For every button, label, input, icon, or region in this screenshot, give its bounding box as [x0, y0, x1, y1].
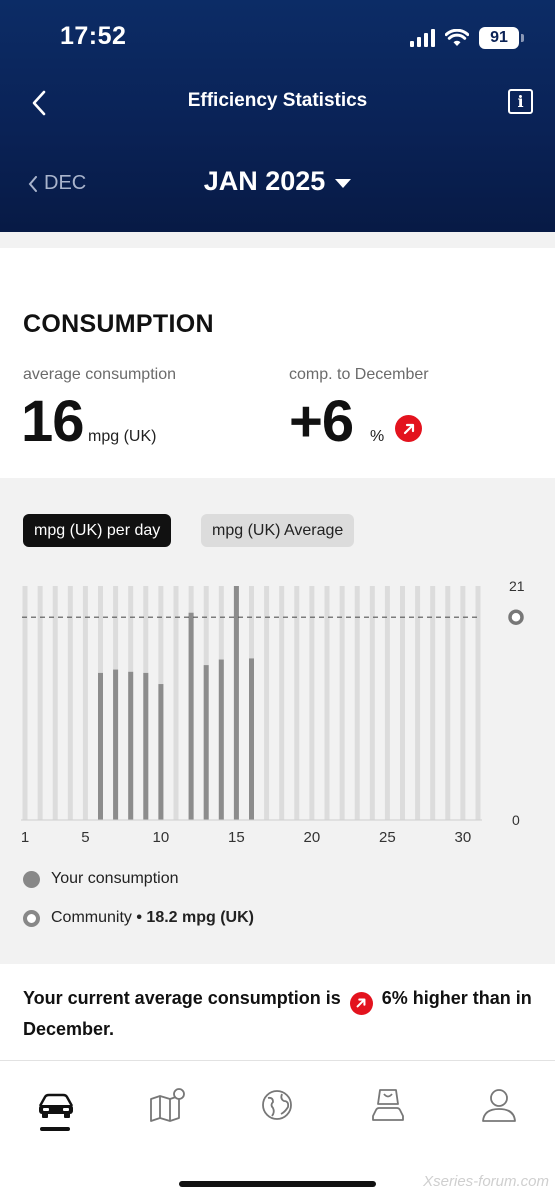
community-separator: •: [136, 909, 142, 926]
status-icons: 91: [410, 24, 524, 52]
day-placeholder-bar: [430, 586, 436, 820]
nav-vehicle[interactable]: [31, 1083, 81, 1127]
section-title: CONSUMPTION: [23, 310, 214, 338]
consumption-bar: [188, 612, 194, 820]
legend-label: Your consumption: [51, 870, 179, 887]
day-placeholder-bar: [400, 586, 405, 820]
filled-dot-icon: [23, 870, 40, 888]
wifi-icon: [445, 29, 469, 46]
nav-shop[interactable]: [363, 1083, 413, 1127]
summary-card: Your current average consumption is 6% h…: [0, 964, 555, 1060]
info-icon: i: [517, 92, 524, 111]
month-selector[interactable]: JAN 2025: [0, 166, 555, 197]
day-placeholder-bar: [22, 586, 28, 820]
trend-up-icon: [395, 415, 422, 442]
day-placeholder-bar: [415, 586, 421, 820]
comparison-label: comp. to December: [289, 366, 429, 383]
map-icon: [150, 1088, 185, 1122]
legend-community: Community • 18.2 mpg (UK): [23, 909, 254, 927]
x-tick-label: 25: [379, 829, 396, 844]
community-average-marker: [508, 609, 524, 625]
comparison-unit: %: [370, 428, 385, 445]
y-tick-label: 0: [512, 812, 520, 828]
nav-explore[interactable]: [252, 1083, 302, 1127]
chart-section: mpg (UK) per day mpg (UK) Average 21 0 1 5 1…: [0, 479, 555, 964]
cellular-signal-icon: [410, 29, 435, 47]
average-consumption-unit: mpg (UK): [88, 428, 157, 445]
day-placeholder-bar: [460, 586, 466, 820]
consumption-bar: [98, 672, 103, 820]
bottom-navigation: Xseries-forum.com: [0, 1060, 555, 1200]
home-indicator: [179, 1181, 376, 1187]
page-title: Efficiency Statistics: [187, 90, 368, 111]
x-tick-label: 30: [455, 829, 472, 844]
consumption-card: CONSUMPTION average consumption 16 mpg (…: [0, 248, 555, 478]
x-tick-label: 1: [21, 829, 29, 844]
average-toggle[interactable]: mpg (UK) Average: [201, 514, 355, 547]
summary-text: Your current average consumption is 6% h…: [23, 984, 533, 1044]
ring-dot-icon: [23, 909, 40, 927]
active-tab-indicator: [40, 1127, 70, 1131]
day-placeholder-bar: [339, 586, 345, 820]
x-tick-label: 5: [81, 829, 89, 844]
consumption-bar: [233, 586, 239, 820]
day-placeholder-bar: [475, 586, 481, 820]
day-placeholder-bar: [324, 586, 330, 820]
y-tick-label: 21: [509, 578, 525, 594]
caret-down-icon: [335, 178, 352, 188]
legend-your-consumption: Your consumption: [23, 870, 179, 888]
average-consumption-value: 16: [21, 389, 85, 454]
per-day-toggle[interactable]: mpg (UK) per day: [23, 514, 172, 547]
consumption-bar: [218, 659, 224, 820]
day-placeholder-bar: [445, 586, 451, 820]
consumption-bar: [128, 671, 134, 820]
day-placeholder-bar: [294, 586, 300, 820]
day-placeholder-bar: [82, 586, 88, 820]
day-placeholder-bar: [173, 586, 179, 820]
x-tick-label: 10: [153, 829, 170, 844]
consumption-bar: [249, 658, 254, 820]
day-placeholder-bar: [264, 586, 270, 820]
comparison-value: +6: [289, 389, 354, 454]
x-tick-label: 15: [228, 829, 245, 844]
globe-icon: [262, 1090, 292, 1120]
day-placeholder-bar: [354, 586, 360, 820]
consumption-bar-chart: 2101 5 10 15 20 25 30: [21, 578, 525, 844]
info-button[interactable]: i: [508, 89, 533, 114]
summary-text-start: Your current average consumption is: [23, 988, 341, 1008]
watermark: Xseries-forum.com: [423, 1173, 549, 1190]
consumption-bar: [113, 669, 119, 820]
average-consumption-label: average consumption: [23, 366, 176, 383]
consumption-bar: [158, 684, 164, 820]
day-placeholder-bar: [369, 586, 375, 820]
day-placeholder-bar: [279, 586, 285, 820]
consumption-bar: [143, 672, 149, 820]
nav-map[interactable]: [141, 1083, 191, 1127]
app-header: 17:52 91 Efficiency Statistics i DEC JAN…: [0, 0, 555, 232]
day-placeholder-bar: [52, 586, 58, 820]
nav-profile[interactable]: [474, 1083, 524, 1127]
day-placeholder-bar: [384, 586, 390, 820]
car-icon: [38, 1093, 74, 1118]
community-label: Community: [51, 909, 132, 926]
legend-label: Community • 18.2 mpg (UK): [51, 909, 254, 927]
day-placeholder-bar: [37, 586, 43, 820]
shopping-car-icon: [372, 1089, 404, 1121]
day-placeholder-bar: [67, 586, 73, 820]
user-icon: [482, 1089, 516, 1122]
battery-indicator: 91: [479, 27, 524, 49]
x-tick-label: 20: [304, 829, 321, 844]
current-month-label: JAN 2025: [203, 166, 326, 196]
day-placeholder-bar: [309, 586, 315, 820]
community-value: 18.2 mpg (UK): [146, 909, 254, 926]
status-time: 17:52: [60, 22, 127, 50]
trend-up-icon: [349, 991, 373, 1015]
consumption-bar: [203, 665, 209, 820]
